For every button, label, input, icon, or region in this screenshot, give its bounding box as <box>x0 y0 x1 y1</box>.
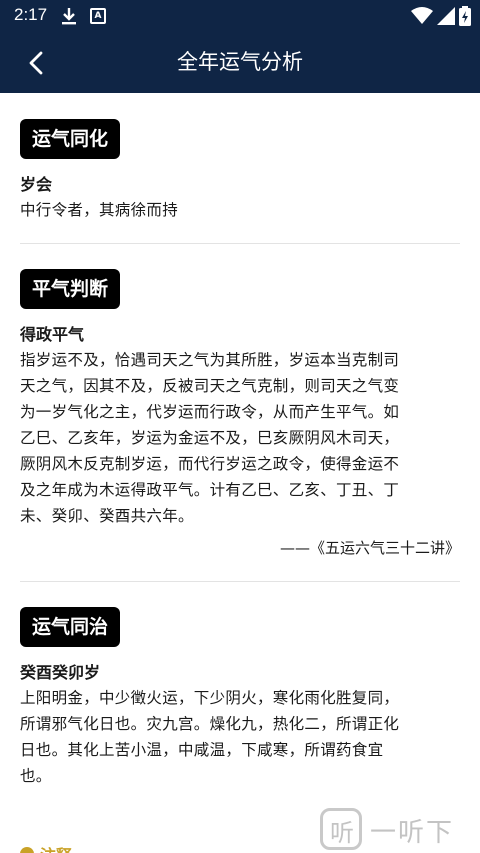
section-body: 指岁运不及，恰遇司天之气为其所胜，岁运本当克制司 天之气，因其不及，反被司天之气… <box>20 347 460 529</box>
citation: ——《五运六气三十二讲》 <box>279 539 460 557</box>
section-tag: 运气同化 <box>20 119 121 159</box>
watermark-logo-glyph: 听 <box>330 819 354 847</box>
signal-icon <box>437 7 455 25</box>
body-line: 天之气，因其不及，反被司天之气克制，则司天之气变 <box>20 377 400 395</box>
battery-icon <box>459 6 471 26</box>
section-subheading: 岁会 <box>20 175 53 194</box>
app-notification-icon: A <box>90 8 106 24</box>
body-line: 乙巳、乙亥年，岁运为金运不及，巳亥厥阴风木司天， <box>20 429 400 447</box>
body-line: 指岁运不及，恰遇司天之气为其所胜，岁运本当克制司 <box>20 351 400 369</box>
status-bar: 2:17 A <box>0 0 480 32</box>
body-line: 及之年成为木运得政平气。计有乙巳、乙亥、丁丑、丁 <box>20 481 400 499</box>
note-row[interactable]: 注释 <box>20 846 140 853</box>
page-title: 全年运气分析 <box>177 50 303 74</box>
wifi-icon <box>411 7 433 24</box>
section-body: 上阳明金，中少徵火运，下少阴火，寒化雨化胜复同， 所谓邪气化日也。灾九宫。燥化九… <box>20 685 460 789</box>
section-subheading: 得政平气 <box>20 325 85 344</box>
body-line: 所谓邪气化日也。灾九宫。燥化九，热化二，所谓正化 <box>20 715 400 733</box>
body-line: 上阳明金，中少徵火运，下少阴火，寒化雨化胜复同， <box>20 689 400 707</box>
note-dot-icon <box>20 847 34 853</box>
body-line: 中行令者，其病徐而持 <box>20 201 179 219</box>
note-label: 注释 <box>40 842 72 853</box>
section-subheading: 癸酉癸卯岁 <box>20 663 101 682</box>
analysis-content[interactable]: 运气同化 岁会 中行令者，其病徐而持 平气判断 得政平气 指岁运不及，恰遇司天之… <box>0 93 480 789</box>
section-pingqi-panduan: 平气判断 得政平气 指岁运不及，恰遇司天之气为其所胜，岁运本当克制司 天之气，因… <box>0 244 480 561</box>
body-line: 为一岁气化之主，代岁运而行政令，从而产生平气。如 <box>20 403 400 421</box>
watermark-logo-icon: 听 <box>320 808 362 850</box>
watermark-text: 一听下载 <box>370 818 455 848</box>
watermark: 听 一听下载 <box>320 806 480 853</box>
app-bar: 全年运气分析 <box>0 32 480 93</box>
body-line: 未、癸卯、癸酉共六年。 <box>20 507 194 525</box>
section-yunqi-tonghua: 运气同化 岁会 中行令者，其病徐而持 <box>0 93 480 223</box>
download-icon <box>62 8 76 25</box>
body-line: 厥阴风木反克制岁运，而代行岁运之政令，使得金运不 <box>20 455 400 473</box>
status-time: 2:17 <box>14 5 48 24</box>
section-body: 中行令者，其病徐而持 <box>20 197 460 223</box>
section-tag: 运气同治 <box>20 607 121 647</box>
section-yunqi-tongzhi: 运气同治 癸酉癸卯岁 上阳明金，中少徵火运，下少阴火，寒化雨化胜复同， 所谓邪气… <box>0 582 480 789</box>
section-tag: 平气判断 <box>20 269 121 309</box>
body-line: 也。 <box>20 767 52 785</box>
body-line: 日也。其化上苦小温，中咸温，下咸寒，所谓药食宜 <box>20 741 384 759</box>
